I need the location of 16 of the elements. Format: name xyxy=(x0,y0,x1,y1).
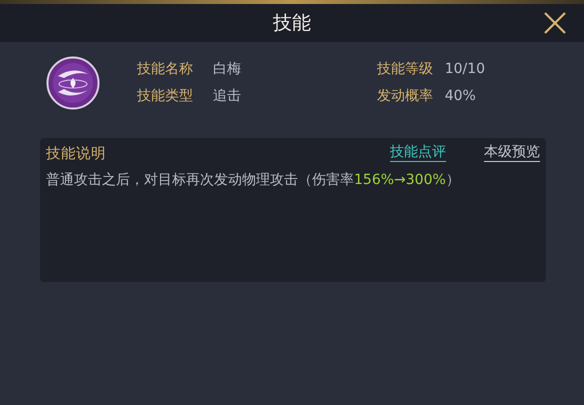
close-button[interactable] xyxy=(542,10,568,36)
skill-description: 普通攻击之后，对目标再次发动物理攻击（伤害率156%→300%） xyxy=(46,170,461,190)
field-value: 白梅 xyxy=(213,60,242,79)
field-label: 技能名称 xyxy=(137,60,194,79)
field-value: 10/10 xyxy=(444,60,486,79)
section-title: 技能说明 xyxy=(46,145,106,164)
preview-link[interactable]: 本级预览 xyxy=(484,144,540,162)
skill-icon xyxy=(46,56,100,110)
field-label: 技能类型 xyxy=(137,87,194,106)
field-label: 技能等级 xyxy=(377,60,434,79)
close-icon xyxy=(542,10,568,36)
field-value: 追击 xyxy=(213,87,242,106)
review-link[interactable]: 技能点评 xyxy=(390,144,446,162)
field-value: 40% xyxy=(444,87,477,106)
window-title: 技能 xyxy=(273,12,311,34)
field-label: 发动概率 xyxy=(377,87,434,106)
